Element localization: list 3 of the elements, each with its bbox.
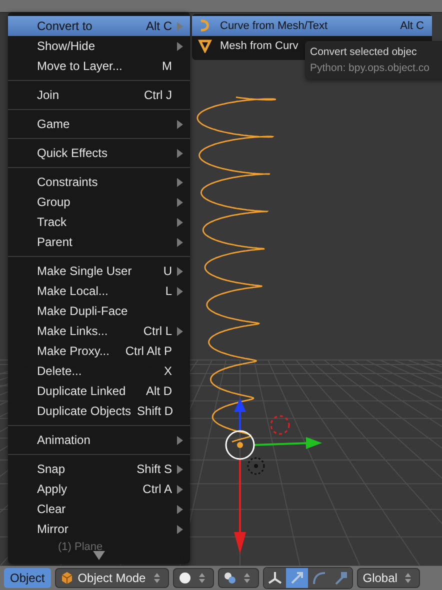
object-label: (1) Plane — [58, 541, 103, 553]
tooltip-text: Python: bpy.ops.object.co — [310, 61, 430, 76]
tooltip-text: Convert selected objec — [310, 45, 418, 60]
